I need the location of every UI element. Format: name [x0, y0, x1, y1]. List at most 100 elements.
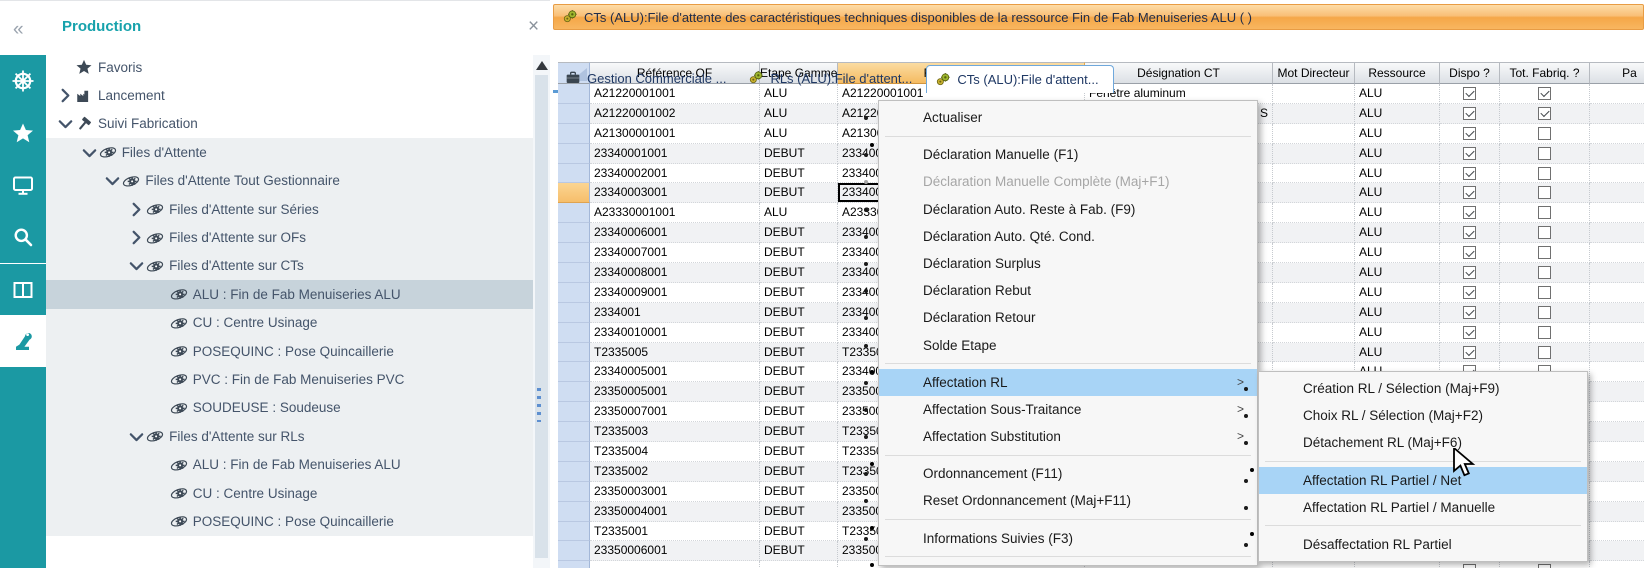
cell-etape[interactable]: DEBUT — [760, 144, 838, 164]
cell-of[interactable]: 23340009001 — [590, 283, 760, 303]
iconbar-item-search[interactable] — [0, 211, 46, 263]
menu-item[interactable]: Déclaration Retour — [879, 304, 1257, 331]
cell-of[interactable]: 23350005001 — [590, 382, 760, 402]
cell-of[interactable] — [590, 561, 760, 568]
cell-rowhdr[interactable] — [558, 283, 590, 303]
cell-etape[interactable]: DEBUT — [760, 183, 838, 203]
cell-etape[interactable]: DEBUT — [760, 343, 838, 363]
cell-dispo[interactable] — [1440, 303, 1500, 323]
tree-item[interactable]: Files d'Attente sur RLs — [46, 422, 533, 450]
cell-of[interactable]: A21300001001 — [590, 124, 760, 144]
tot-fabriq-checkbox-unchecked[interactable] — [1538, 147, 1551, 160]
cell-etape[interactable]: DEBUT — [760, 502, 838, 522]
cell-mot[interactable] — [1273, 303, 1355, 323]
tree-item[interactable]: POSEQUINC : Pose Quincaillerie — [46, 337, 533, 365]
tot-fabriq-checkbox-unchecked[interactable] — [1538, 266, 1551, 279]
cell-of[interactable]: 23340006001 — [590, 223, 760, 243]
cell-etape[interactable]: ALU — [760, 104, 838, 124]
cell-rowhdr[interactable] — [558, 561, 590, 568]
cell-dispo[interactable] — [1440, 84, 1500, 104]
close-panel-icon[interactable]: × — [528, 17, 539, 36]
cell-rowhdr[interactable] — [558, 522, 590, 542]
cell-dispo[interactable] — [1440, 144, 1500, 164]
cell-pa[interactable] — [1590, 482, 1644, 502]
cell-mot[interactable] — [1273, 283, 1355, 303]
cell-rowhdr[interactable] — [558, 422, 590, 442]
cell-tot[interactable] — [1500, 323, 1590, 343]
cell-of[interactable]: 23340008001 — [590, 263, 760, 283]
cell-etape[interactable] — [760, 561, 838, 568]
tot-fabriq-checkbox-unchecked[interactable] — [1538, 286, 1551, 299]
dispo-checkbox-checked[interactable] — [1463, 226, 1476, 239]
menu-item[interactable]: Choix RL / Sélection (Maj+F2) — [1259, 402, 1587, 429]
tab-inactive[interactable]: Gestion Commerciale ... — [557, 65, 740, 91]
cell-dispo[interactable] — [1440, 124, 1500, 144]
tree-item[interactable]: Files d'Attente — [46, 138, 533, 166]
cell-dispo[interactable] — [1440, 323, 1500, 343]
cell-of[interactable]: 23350007001 — [590, 402, 760, 422]
cell-etape[interactable]: DEBUT — [760, 382, 838, 402]
chevron-down-icon[interactable] — [104, 173, 121, 189]
cell-etape[interactable]: DEBUT — [760, 323, 838, 343]
cell-etape[interactable]: DEBUT — [760, 303, 838, 323]
cell-etape[interactable]: DEBUT — [760, 362, 838, 382]
cell-tot[interactable] — [1500, 164, 1590, 184]
cell-etape[interactable]: DEBUT — [760, 442, 838, 462]
cell-tot[interactable] — [1500, 303, 1590, 323]
cell-mot[interactable] — [1273, 203, 1355, 223]
cell-of[interactable]: 23350004001 — [590, 502, 760, 522]
menu-item[interactable]: Reset Ordonnancement (Maj+F11) — [879, 487, 1257, 514]
cell-ressource[interactable] — [1355, 561, 1440, 568]
tot-fabriq-checkbox-unchecked[interactable] — [1538, 306, 1551, 319]
tot-fabriq-checkbox-unchecked[interactable] — [1538, 127, 1551, 140]
cell-pa[interactable] — [1590, 243, 1644, 263]
chevron-down-icon[interactable] — [57, 116, 74, 132]
column-header-pa[interactable]: Pa — [1590, 62, 1644, 84]
cell-mot[interactable] — [1273, 561, 1355, 568]
chevron-down-icon[interactable] — [81, 144, 98, 160]
tree-item[interactable]: CU : Centre Usinage — [46, 479, 533, 507]
cell-etape[interactable]: DEBUT — [760, 402, 838, 422]
cell-mot[interactable] — [1273, 263, 1355, 283]
cell-pa[interactable] — [1590, 402, 1644, 422]
cell-rowhdr[interactable] — [558, 382, 590, 402]
cell-of[interactable]: 2334001 — [590, 303, 760, 323]
dispo-checkbox-checked[interactable] — [1463, 127, 1476, 140]
cell-rowhdr[interactable] — [558, 541, 590, 561]
menu-item[interactable]: Actualiser — [879, 104, 1257, 131]
cell-etape[interactable]: ALU — [760, 124, 838, 144]
menu-item[interactable]: Déclaration Surplus — [879, 250, 1257, 277]
cell-of[interactable]: T2335002 — [590, 462, 760, 482]
iconbar-item-helm[interactable] — [0, 55, 46, 107]
chevron-right-icon[interactable] — [57, 88, 74, 104]
menu-item[interactable]: Affectation RL> — [879, 369, 1257, 396]
menu-item[interactable]: Détachement RL (Maj+F6) — [1259, 429, 1587, 456]
column-header-dispo[interactable]: Dispo ? — [1440, 62, 1500, 84]
cell-of[interactable]: A23330001001 — [590, 203, 760, 223]
cell-mot[interactable] — [1273, 343, 1355, 363]
cell-dispo[interactable] — [1440, 223, 1500, 243]
cell-mot[interactable] — [1273, 183, 1355, 203]
cell-dispo[interactable] — [1440, 104, 1500, 124]
cell-rowhdr[interactable] — [558, 183, 590, 203]
cell-rowhdr[interactable] — [558, 164, 590, 184]
cell-tot[interactable] — [1500, 104, 1590, 124]
dispo-checkbox-checked[interactable] — [1463, 346, 1476, 359]
cell-etape[interactable]: DEBUT — [760, 164, 838, 184]
cell-pa[interactable] — [1590, 541, 1644, 561]
dispo-checkbox-checked[interactable] — [1463, 564, 1476, 568]
cell-tot[interactable] — [1500, 283, 1590, 303]
menu-item[interactable]: Ordonnancement (F11) — [879, 460, 1257, 487]
column-header-tot[interactable]: Tot. Fabriq. ? — [1500, 62, 1590, 84]
cell-rowhdr[interactable] — [558, 402, 590, 422]
cell-ressource[interactable]: ALU — [1355, 84, 1440, 104]
tree-item[interactable]: Favoris — [46, 53, 533, 81]
cell-dispo[interactable] — [1440, 183, 1500, 203]
cell-pa[interactable] — [1590, 462, 1644, 482]
cell-pa[interactable] — [1590, 303, 1644, 323]
cell-rowhdr[interactable] — [558, 323, 590, 343]
chevron-down-icon[interactable] — [128, 428, 145, 444]
tot-fabriq-checkbox-unchecked[interactable] — [1538, 226, 1551, 239]
menu-item[interactable]: Déclaration Auto. Reste à Fab. (F9) — [879, 196, 1257, 223]
menu-item[interactable]: Déclaration Manuelle Complète (Maj+F1) — [879, 168, 1257, 195]
